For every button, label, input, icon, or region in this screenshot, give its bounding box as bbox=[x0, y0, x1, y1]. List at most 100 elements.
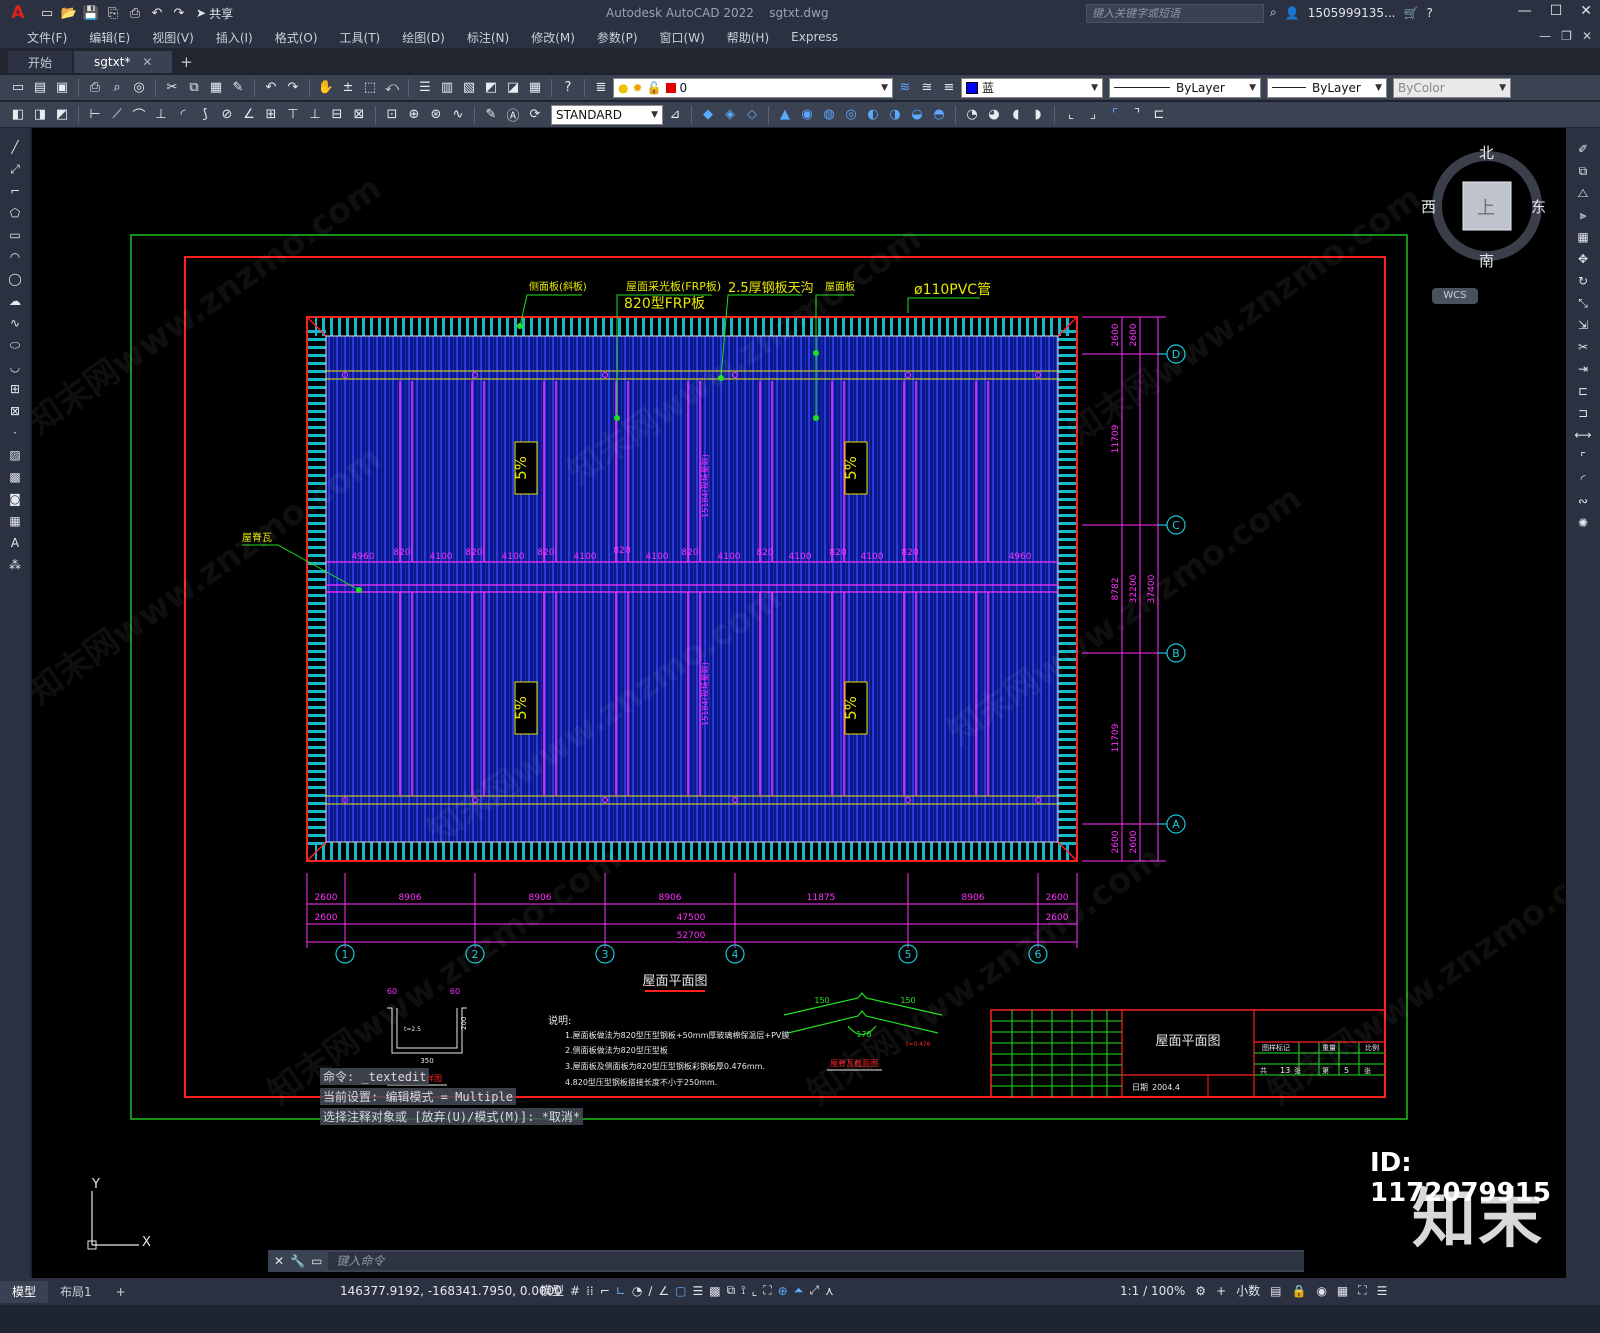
tab-close-icon[interactable]: ✕ bbox=[142, 55, 152, 69]
new-icon[interactable]: ▭ bbox=[36, 3, 58, 23]
point-icon[interactable]: · bbox=[4, 424, 26, 442]
new-icon[interactable]: ▭ bbox=[8, 78, 28, 98]
customization-icon[interactable]: ☰ bbox=[1377, 1284, 1388, 1298]
light-icon[interactable]: ◗ bbox=[1028, 105, 1048, 125]
plotstyle-dropdown[interactable]: ByColor ▼ bbox=[1393, 77, 1511, 98]
array-icon[interactable]: ▦ bbox=[1572, 228, 1594, 246]
insert-block-icon[interactable]: ⊞ bbox=[4, 380, 26, 398]
revcloud-icon[interactable]: ☁ bbox=[4, 292, 26, 310]
viewcube[interactable]: 北 南 东 西 上 bbox=[1421, 144, 1547, 270]
join-icon[interactable]: ⟷ bbox=[1572, 426, 1594, 444]
annotation-scale[interactable]: 1:1 / 100% bbox=[1120, 1284, 1185, 1298]
dim-update-icon[interactable]: ⟳ bbox=[525, 105, 545, 125]
polygon-icon[interactable]: ⬠ bbox=[4, 204, 26, 222]
command-customize-icon[interactable]: 🔧 bbox=[290, 1254, 305, 1268]
dim-radius-icon[interactable]: ◜ bbox=[173, 105, 193, 125]
user-name[interactable]: 1505999135... bbox=[1308, 6, 1396, 20]
paste-icon[interactable]: ▦ bbox=[206, 78, 226, 98]
doc-restore-icon[interactable]: ❐ bbox=[1561, 29, 1572, 43]
cylinder-icon[interactable]: ◈ bbox=[720, 105, 740, 125]
annotation-scale-icon[interactable]: ⋏ bbox=[825, 1284, 834, 1298]
chamfer-icon[interactable]: ⌜ bbox=[1572, 448, 1594, 466]
color-dropdown[interactable]: 蓝 ▼ bbox=[961, 77, 1103, 98]
tolerance-icon[interactable]: ⊡ bbox=[382, 105, 402, 125]
blend-icon[interactable]: ∾ bbox=[1572, 492, 1594, 510]
scale-icon[interactable]: ⤡ bbox=[1572, 294, 1594, 312]
annotation-visibility-icon[interactable]: ⏶ bbox=[794, 1283, 804, 1298]
dim-diameter-icon[interactable]: ⊘ bbox=[217, 105, 237, 125]
dim-linear-icon[interactable]: ⊢ bbox=[85, 105, 105, 125]
dim-edit-icon[interactable]: ✎ bbox=[481, 105, 501, 125]
construction-line-icon[interactable]: ⤢ bbox=[4, 160, 26, 178]
dimstyle-dropdown[interactable]: STANDARD ▼ bbox=[551, 104, 663, 125]
rectangle-icon[interactable]: ▭ bbox=[4, 226, 26, 244]
mirror-icon[interactable]: ⧍ bbox=[1572, 184, 1594, 202]
layer-merge-icon[interactable]: ◩ bbox=[52, 105, 72, 125]
selection-cycling-icon[interactable]: ⧉ bbox=[727, 1283, 736, 1298]
open-icon[interactable]: 📂 bbox=[58, 3, 80, 23]
cone-icon[interactable]: ◇ bbox=[742, 105, 762, 125]
menu-edit[interactable]: 编辑(E) bbox=[78, 29, 141, 46]
layer-previous-icon[interactable]: ≊ bbox=[917, 78, 937, 98]
menu-dimension[interactable]: 标注(N) bbox=[456, 29, 520, 46]
union-icon[interactable]: ◑ bbox=[885, 105, 905, 125]
hatch-icon[interactable]: ▨ bbox=[4, 446, 26, 464]
extrude-icon[interactable]: ▲ bbox=[775, 105, 795, 125]
dim-aligned-icon[interactable]: ⟋ bbox=[107, 105, 127, 125]
command-close-icon[interactable]: ✕ bbox=[274, 1254, 284, 1268]
trim-icon[interactable]: ✂ bbox=[1572, 338, 1594, 356]
tab-model[interactable]: 模型 bbox=[0, 1280, 49, 1303]
user-icon[interactable]: 👤 bbox=[1285, 6, 1300, 20]
dim-arc-icon[interactable]: ⌒ bbox=[129, 105, 149, 125]
layer-state-icon[interactable]: ≡ bbox=[939, 78, 959, 98]
dim-text-edit-icon[interactable]: Ⓐ bbox=[503, 105, 523, 125]
dim-break-icon[interactable]: ⊠ bbox=[349, 105, 369, 125]
fillet-icon[interactable]: ◜ bbox=[1572, 470, 1594, 488]
command-input[interactable]: 键入命令 bbox=[328, 1252, 1304, 1270]
dim-baseline-icon[interactable]: ⊤ bbox=[283, 105, 303, 125]
search-input[interactable]: 键入关键字或短语 bbox=[1086, 4, 1264, 23]
center-mark-icon[interactable]: ⊕ bbox=[404, 105, 424, 125]
circle-icon[interactable]: ◯ bbox=[4, 270, 26, 288]
revolve-icon[interactable]: ◉ bbox=[797, 105, 817, 125]
lineweight-icon[interactable]: ☰ bbox=[692, 1284, 703, 1298]
redo-icon[interactable]: ↷ bbox=[168, 3, 190, 23]
box-icon[interactable]: ◆ bbox=[698, 105, 718, 125]
zoom-previous-icon[interactable]: ⤺ bbox=[382, 78, 402, 98]
ucs-world-icon[interactable]: ⌟ bbox=[1083, 105, 1103, 125]
compass-south[interactable]: 南 bbox=[1479, 250, 1494, 271]
loft-icon[interactable]: ◎ bbox=[841, 105, 861, 125]
share-button[interactable]: ➤ 共享 bbox=[196, 5, 233, 22]
cart-icon[interactable]: 🛒 bbox=[1403, 6, 1418, 20]
add-selected-icon[interactable]: ⁂ bbox=[4, 556, 26, 574]
menu-file[interactable]: 文件(F) bbox=[16, 29, 78, 46]
doc-close-icon[interactable]: ✕ bbox=[1582, 29, 1592, 43]
isodraft-icon[interactable]: ∕ bbox=[648, 1284, 652, 1298]
plot-icon[interactable]: ⎙ bbox=[85, 78, 105, 98]
break-point-icon[interactable]: ⊏ bbox=[1572, 382, 1594, 400]
dynamic-input-icon[interactable]: ⌐ bbox=[600, 1284, 610, 1298]
pan-icon[interactable]: ✋ bbox=[316, 78, 336, 98]
spline-icon[interactable]: ∿ bbox=[4, 314, 26, 332]
gizmo-icon[interactable]: ⊕ bbox=[778, 1284, 788, 1298]
compass-east[interactable]: 东 bbox=[1531, 196, 1546, 217]
offset-icon[interactable]: ⫸ bbox=[1572, 206, 1594, 224]
ellipse-arc-icon[interactable]: ◡ bbox=[4, 358, 26, 376]
polar-icon[interactable]: ◔ bbox=[632, 1284, 642, 1298]
zoom-realtime-icon[interactable]: ± bbox=[338, 78, 358, 98]
maximize-icon[interactable]: ☐ bbox=[1550, 3, 1563, 19]
quick-dim-icon[interactable]: ⊞ bbox=[261, 105, 281, 125]
layer-tool-icon[interactable]: ◧ bbox=[8, 105, 28, 125]
explode-icon[interactable]: ✺ bbox=[1572, 514, 1594, 532]
ortho-icon[interactable]: ∟ bbox=[616, 1284, 626, 1298]
tab-sgtxt[interactable]: sgtxt* ✕ bbox=[74, 51, 173, 73]
wcs-menu[interactable]: WCS bbox=[1432, 288, 1478, 304]
region-icon[interactable]: ◙ bbox=[4, 490, 26, 508]
selection-filter-icon[interactable]: ⛶ bbox=[763, 1283, 771, 1298]
inspect-icon[interactable]: ⊛ bbox=[426, 105, 446, 125]
menu-parametric[interactable]: 参数(P) bbox=[586, 29, 649, 46]
erase-icon[interactable]: ✐ bbox=[1572, 140, 1594, 158]
jog-line-icon[interactable]: ∿ bbox=[448, 105, 468, 125]
move-icon[interactable]: ✥ bbox=[1572, 250, 1594, 268]
command-prompt-icon[interactable]: ▭ bbox=[311, 1254, 322, 1268]
